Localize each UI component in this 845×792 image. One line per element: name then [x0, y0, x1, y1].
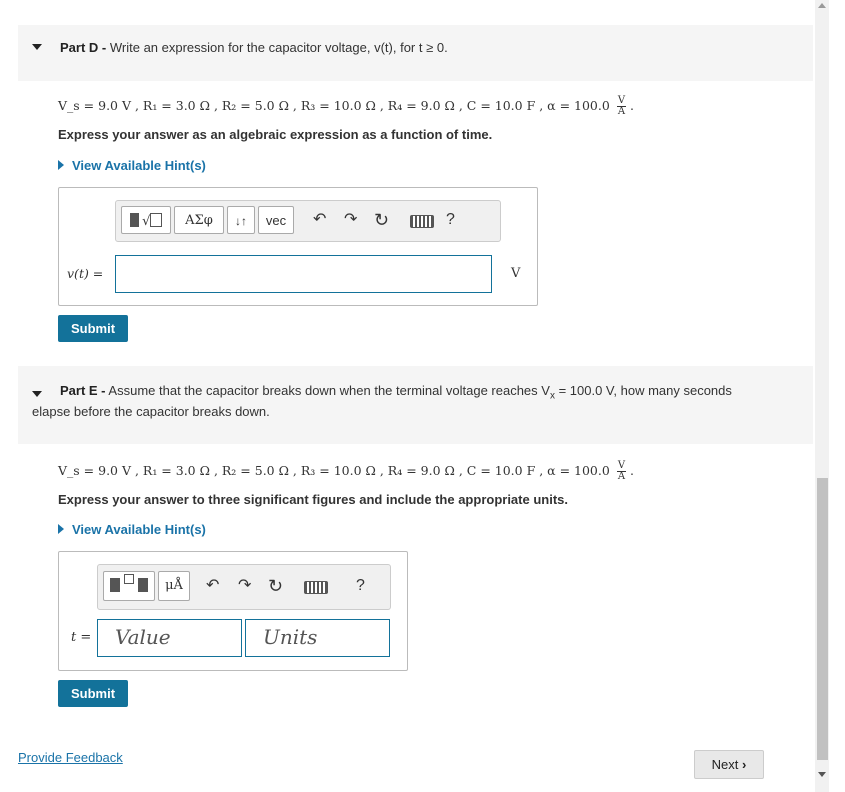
part-d-submit-button[interactable]: Submit — [58, 315, 128, 342]
scrollbar-thumb[interactable] — [817, 478, 828, 760]
template-button[interactable]: √ — [121, 206, 171, 234]
undo-icon[interactable]: ↶ — [206, 575, 219, 597]
part-d-hint-link[interactable]: View Available Hint(s) — [58, 158, 206, 173]
greek-symbols-button[interactable]: ΑΣφ — [174, 206, 224, 234]
part-e-submit-button[interactable]: Submit — [58, 680, 128, 707]
part-e-instruction: Express your answer to three significant… — [58, 492, 568, 507]
next-button[interactable]: Next › — [694, 750, 764, 779]
help-icon[interactable]: ? — [446, 209, 455, 231]
part-e-variable-label: t = — [71, 630, 92, 645]
given-text: V_s = 9.0 V , R₁ = 3.0 Ω , R₂ = 5.0 Ω , … — [58, 463, 610, 478]
part-e-answer-box: μÅ ↶ ↷ ↻ ? t = Value Units — [58, 551, 408, 671]
part-e-given-values: V_s = 9.0 V , R₁ = 3.0 Ω , R₂ = 5.0 Ω , … — [58, 460, 634, 482]
expand-triangle-icon — [58, 524, 64, 534]
part-e-title-line2: elapse before the capacitor breaks down. — [32, 404, 270, 419]
alpha-unit-fraction: V A — [616, 95, 627, 117]
given-text: V_s = 9.0 V , R₁ = 3.0 Ω , R₂ = 5.0 Ω , … — [58, 98, 610, 113]
redo-icon[interactable]: ↷ — [344, 209, 357, 231]
part-d-unit-label: V — [511, 266, 521, 281]
keyboard-icon[interactable] — [410, 215, 434, 228]
part-d-answer-box: √ ΑΣφ ↓↑ vec ↶ ↷ ↻ ? v(t) = V — [58, 187, 538, 306]
part-d-header[interactable]: Part D - Write an expression for the cap… — [18, 25, 813, 81]
help-icon[interactable]: ? — [356, 575, 365, 597]
part-d-label: Part D - — [60, 40, 107, 55]
part-d-title: Part D - Write an expression for the cap… — [60, 38, 448, 58]
part-d-question: Write an expression for the capacitor vo… — [109, 40, 448, 55]
subscript-superscript-button[interactable]: ↓↑ — [227, 206, 255, 234]
collapse-caret-icon[interactable] — [32, 44, 42, 50]
alpha-unit-fraction: V A — [616, 460, 627, 482]
provide-feedback-link[interactable]: Provide Feedback — [18, 750, 123, 765]
expression-input[interactable] — [115, 255, 492, 293]
part-e-label: Part E - — [60, 383, 106, 398]
expand-triangle-icon — [58, 160, 64, 170]
scroll-down-arrow-icon[interactable] — [818, 772, 826, 777]
units-toolbar: μÅ ↶ ↷ ↻ ? — [97, 564, 391, 610]
scroll-up-arrow-icon[interactable] — [818, 3, 826, 8]
math-toolbar: √ ΑΣφ ↓↑ vec ↶ ↷ ↻ ? — [115, 200, 501, 242]
part-d-variable-label: v(t) = — [67, 266, 104, 281]
reset-icon[interactable]: ↻ — [268, 575, 283, 597]
redo-icon[interactable]: ↷ — [238, 575, 251, 597]
units-input[interactable]: Units — [245, 619, 390, 657]
keyboard-icon[interactable] — [304, 581, 328, 594]
units-button[interactable]: μÅ — [158, 571, 190, 601]
template-button[interactable] — [103, 571, 155, 601]
part-e-header[interactable]: Part E - Assume that the capacitor break… — [18, 366, 813, 444]
vertical-scrollbar[interactable] — [815, 0, 829, 792]
part-e-hint-link[interactable]: View Available Hint(s) — [58, 522, 206, 537]
collapse-caret-icon[interactable] — [32, 391, 42, 397]
vector-button[interactable]: vec — [258, 206, 294, 234]
part-d-instruction: Express your answer as an algebraic expr… — [58, 127, 493, 142]
reset-icon[interactable]: ↻ — [374, 209, 389, 231]
part-d-given-values: V_s = 9.0 V , R₁ = 3.0 Ω , R₂ = 5.0 Ω , … — [58, 95, 634, 117]
undo-icon[interactable]: ↶ — [313, 209, 326, 231]
chevron-right-icon: › — [742, 757, 747, 772]
value-input[interactable]: Value — [97, 619, 242, 657]
